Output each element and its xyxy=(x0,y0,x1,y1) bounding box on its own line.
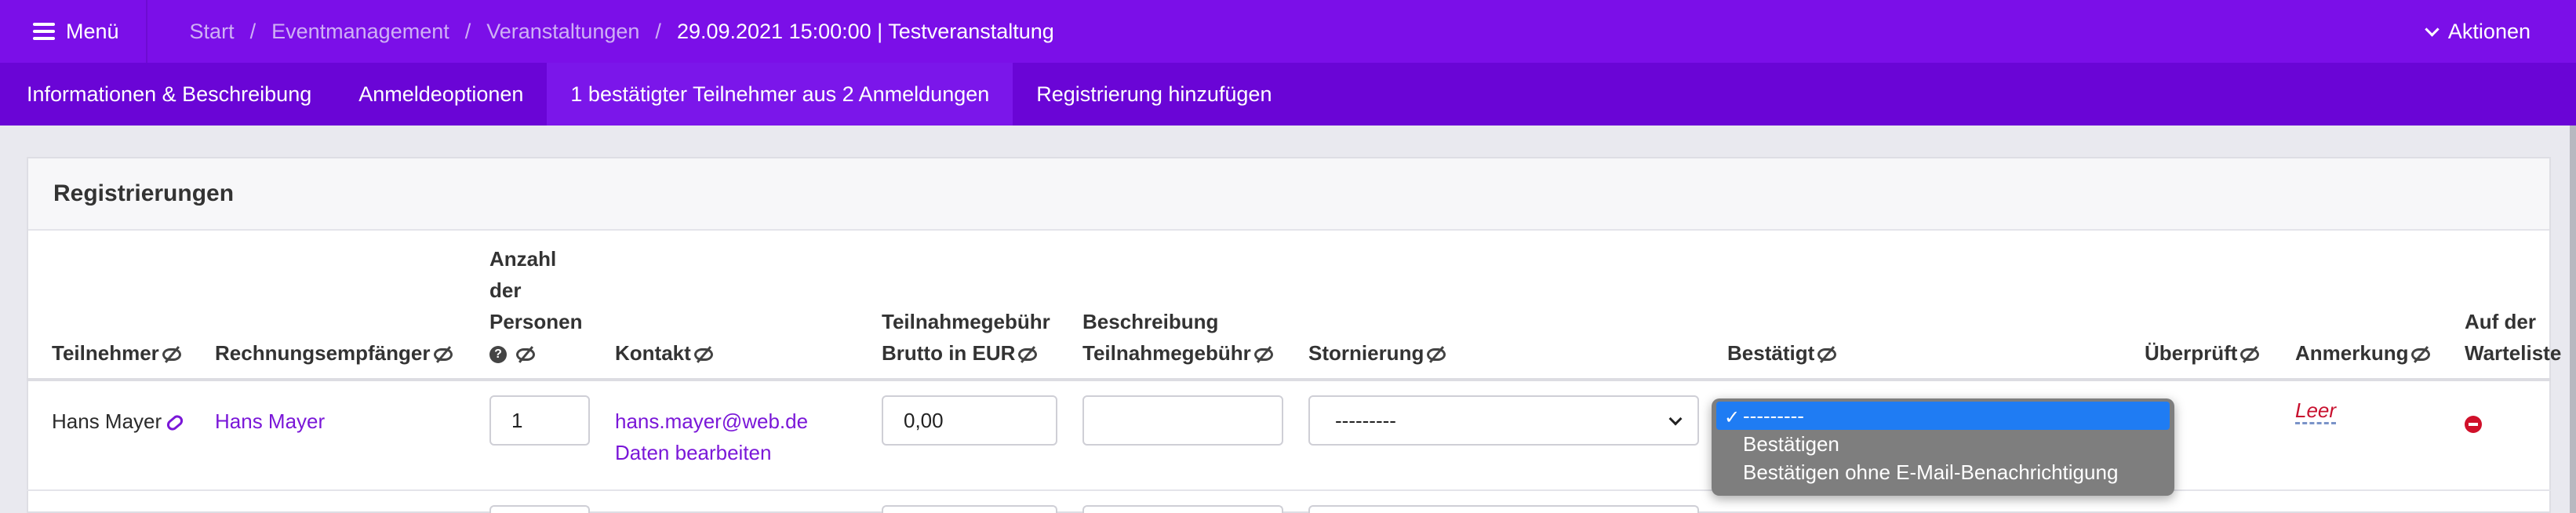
column-label: Bestätigt xyxy=(1727,341,1815,365)
checkmark-icon: ✓ xyxy=(1724,407,1741,428)
remove-circle-icon[interactable] xyxy=(2465,416,2482,433)
column-teilnehmer[interactable]: Teilnehmer xyxy=(52,337,181,369)
breadcrumb-start[interactable]: Start xyxy=(190,20,235,44)
tab-registrierung-hinzufuegen[interactable]: Registrierung hinzufügen xyxy=(1013,63,1295,126)
eye-slash-icon[interactable] xyxy=(162,348,181,362)
eye-slash-icon[interactable] xyxy=(433,348,453,362)
next-row-select[interactable] xyxy=(1308,505,1699,513)
column-anmerkung[interactable]: Anmerkung xyxy=(2295,337,2431,369)
eye-slash-icon[interactable] xyxy=(1817,348,1837,362)
next-row-input[interactable] xyxy=(882,505,1057,513)
question-circle-icon[interactable]: ? xyxy=(489,346,507,364)
top-navbar: Menü Start / Eventmanagement / Veranstal… xyxy=(0,0,2576,63)
column-label: Teilnehmer xyxy=(52,341,159,365)
actions-dropdown[interactable]: Aktionen xyxy=(2425,0,2531,63)
stornierung-select[interactable]: --------- xyxy=(1308,395,1699,446)
column-label: der xyxy=(489,278,522,302)
anmerkung-editable[interactable]: Leer xyxy=(2295,398,2337,424)
column-beschreibung[interactable]: Beschreibung Teilnahmegebühr xyxy=(1082,306,1273,369)
dropdown-option-empty[interactable]: ✓ --------- xyxy=(1716,402,2170,430)
menu-button[interactable]: Menü xyxy=(0,0,146,63)
chevron-down-icon xyxy=(1668,412,1683,426)
column-label: Kontakt xyxy=(615,341,691,365)
column-label: Teilnahmegebühr xyxy=(882,310,1050,333)
card-title: Registrierungen xyxy=(28,158,2549,231)
column-label: Brutto in EUR xyxy=(882,341,1016,365)
participant-name: Hans Mayer xyxy=(52,409,162,433)
menu-label: Menü xyxy=(66,19,119,43)
column-rechnungsempfaenger[interactable]: Rechnungsempfänger xyxy=(215,337,453,369)
column-warteliste[interactable]: Auf der Warteliste xyxy=(2465,306,2561,369)
column-ueberprueft[interactable]: Überprüft xyxy=(2145,337,2260,369)
option-label: --------- xyxy=(1743,403,1804,428)
chevron-down-icon xyxy=(2425,21,2440,37)
column-label: Anzahl xyxy=(489,247,557,271)
tab-bar: Informationen & Beschreibung Anmeldeopti… xyxy=(0,63,2576,126)
select-value: --------- xyxy=(1335,408,1396,432)
dropdown-option-bestaetigen[interactable]: Bestätigen xyxy=(1712,430,2174,458)
email-link[interactable]: hans.mayer@web.de xyxy=(615,409,808,434)
breadcrumb-veranstaltungen[interactable]: Veranstaltungen xyxy=(486,20,639,44)
column-label: Teilnahmegebühr xyxy=(1082,341,1251,365)
column-label: Anmerkung xyxy=(2295,341,2409,365)
column-kontakt[interactable]: Kontakt xyxy=(615,337,713,369)
eye-slash-icon[interactable] xyxy=(2240,348,2260,362)
teilnahmegebuehr-input[interactable]: 0,00 xyxy=(882,395,1057,446)
column-label: Warteliste xyxy=(2465,341,2562,365)
column-label: Rechnungsempfänger xyxy=(215,341,431,365)
divider xyxy=(145,0,147,63)
eye-slash-icon[interactable] xyxy=(1253,348,1273,362)
beschreibung-input[interactable] xyxy=(1082,395,1283,446)
eye-slash-icon[interactable] xyxy=(2411,348,2431,362)
bestaetigt-dropdown[interactable]: ✓ --------- Bestätigen Bestätigen ohne E… xyxy=(1712,398,2174,496)
breadcrumb-separator: / xyxy=(464,19,471,43)
link-icon[interactable] xyxy=(165,413,186,433)
breadcrumb-separator: / xyxy=(655,19,661,43)
column-bestaetigt[interactable]: Bestätigt xyxy=(1727,337,1837,369)
dropdown-option-bestaetigen-ohne-email[interactable]: Bestätigen ohne E-Mail-Benachrichtigung xyxy=(1712,458,2174,486)
next-row-input[interactable] xyxy=(1082,505,1283,513)
tab-anmeldeoptionen[interactable]: Anmeldeoptionen xyxy=(335,63,547,126)
column-anzahl-personen[interactable]: Anzahl der Personen ? xyxy=(489,243,583,369)
eye-slash-icon[interactable] xyxy=(1018,348,1038,362)
column-label: Beschreibung xyxy=(1082,310,1219,333)
hamburger-icon xyxy=(33,23,55,40)
column-label: Auf der xyxy=(2465,310,2536,333)
column-label: Überprüft xyxy=(2145,341,2238,365)
breadcrumb-eventmanagement[interactable]: Eventmanagement xyxy=(271,20,449,44)
anmerkung-value[interactable]: Leer xyxy=(2295,398,2337,424)
row-teilnehmer: Hans Mayer xyxy=(52,409,186,434)
header-divider xyxy=(27,378,2551,381)
column-stornierung[interactable]: Stornierung xyxy=(1308,337,1446,369)
next-row-input[interactable] xyxy=(489,505,590,513)
breadcrumb-current: 29.09.2021 15:00:00 | Testveranstaltung xyxy=(676,19,1054,43)
tab-teilnehmer[interactable]: 1 bestätigter Teilnehmer aus 2 Anmeldung… xyxy=(547,63,1013,126)
column-label: Stornierung xyxy=(1308,341,1424,365)
column-teilnahmegebuehr[interactable]: Teilnahmegebühr Brutto in EUR xyxy=(882,306,1050,369)
actions-label: Aktionen xyxy=(2447,19,2531,43)
breadcrumb: Start / Eventmanagement / Veranstaltunge… xyxy=(190,20,1054,44)
breadcrumb-separator: / xyxy=(249,19,257,43)
eye-slash-icon[interactable] xyxy=(693,348,713,362)
column-label: Personen xyxy=(489,310,583,333)
eye-slash-icon[interactable] xyxy=(1427,348,1446,362)
eye-slash-icon[interactable] xyxy=(516,348,535,362)
tab-informationen[interactable]: Informationen & Beschreibung xyxy=(0,63,335,126)
anzahl-personen-input[interactable]: 1 xyxy=(489,395,590,446)
row-rechnungsempfaenger-link[interactable]: Hans Mayer xyxy=(215,409,325,434)
edit-data-link[interactable]: Daten bearbeiten xyxy=(615,441,771,465)
page-scrollbar[interactable] xyxy=(2570,126,2576,513)
